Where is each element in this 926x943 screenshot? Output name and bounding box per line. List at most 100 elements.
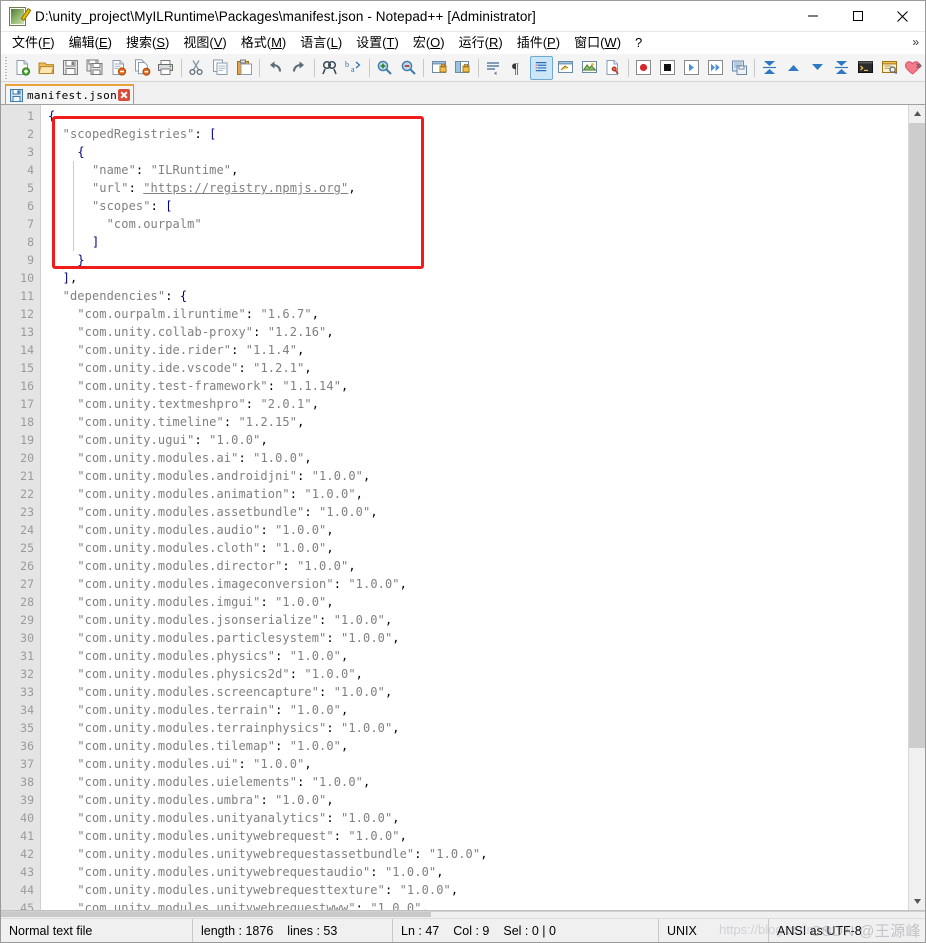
- code-line[interactable]: "com.unity.modules.unitywebrequesttextur…: [48, 881, 908, 899]
- code-line[interactable]: "com.unity.modules.tilemap": "1.0.0",: [48, 737, 908, 755]
- code-line[interactable]: "com.unity.modules.ui": "1.0.0",: [48, 755, 908, 773]
- code-line[interactable]: "com.unity.modules.androidjni": "1.0.0",: [48, 467, 908, 485]
- save-icon[interactable]: [59, 56, 83, 80]
- collapse-level-icon[interactable]: [782, 56, 806, 80]
- code-line[interactable]: "com.unity.test-framework": "1.1.14",: [48, 377, 908, 395]
- vertical-scrollbar[interactable]: [908, 105, 925, 910]
- code-line[interactable]: "com.unity.modules.jsonserialize": "1.0.…: [48, 611, 908, 629]
- code-line[interactable]: "com.unity.modules.ai": "1.0.0",: [48, 449, 908, 467]
- code-line[interactable]: "com.unity.collab-proxy": "1.2.16",: [48, 323, 908, 341]
- code-line[interactable]: "com.unity.modules.unityanalytics": "1.0…: [48, 809, 908, 827]
- menu-item-0[interactable]: 文件(F): [5, 33, 62, 53]
- code-line[interactable]: "com.unity.ide.rider": "1.1.4",: [48, 341, 908, 359]
- zoom-in-icon[interactable]: [373, 56, 397, 80]
- indent-guide-icon[interactable]: [529, 55, 554, 80]
- menu-item-5[interactable]: 语言(L): [293, 33, 349, 53]
- code-line[interactable]: "com.unity.ide.vscode": "1.2.1",: [48, 359, 908, 377]
- scroll-down-icon[interactable]: [909, 893, 925, 910]
- code-line[interactable]: {: [48, 107, 908, 125]
- save-all-icon[interactable]: [82, 56, 106, 80]
- code-line[interactable]: "com.unity.modules.assetbundle": "1.0.0"…: [48, 503, 908, 521]
- replace-icon[interactable]: ba: [342, 56, 366, 80]
- sync-horizontal-scroll-icon[interactable]: [451, 56, 475, 80]
- code-line[interactable]: "com.unity.modules.director": "1.0.0",: [48, 557, 908, 575]
- code-line[interactable]: "com.unity.modules.particlesystem": "1.0…: [48, 629, 908, 647]
- word-wrap-icon[interactable]: [482, 56, 506, 80]
- menu-item-9[interactable]: 插件(P): [510, 33, 567, 53]
- menu-item-3[interactable]: 视图(V): [176, 33, 233, 53]
- scroll-up-icon[interactable]: [909, 105, 925, 122]
- code-line[interactable]: "com.unity.modules.terrainphysics": "1.0…: [48, 719, 908, 737]
- close-file-icon[interactable]: [106, 56, 130, 80]
- code-line[interactable]: "scopes": [: [48, 197, 908, 215]
- menu-item-4[interactable]: 格式(M): [234, 33, 294, 53]
- close-all-icon[interactable]: [130, 56, 154, 80]
- expand-all-icon[interactable]: [829, 56, 853, 80]
- menu-overflow-icon[interactable]: »: [912, 35, 919, 49]
- code-line[interactable]: "url": "https://registry.npmjs.org",: [48, 179, 908, 197]
- user-defined-dialog-icon[interactable]: [553, 56, 577, 80]
- code-line[interactable]: "com.unity.modules.uielements": "1.0.0",: [48, 773, 908, 791]
- code-line[interactable]: "com.unity.modules.unitywebrequestassetb…: [48, 845, 908, 863]
- code-line[interactable]: "com.unity.modules.unitywebrequestwww": …: [48, 899, 908, 910]
- code-line[interactable]: "dependencies": {: [48, 287, 908, 305]
- horizontal-scrollbar[interactable]: [1, 911, 925, 918]
- collapse-all-icon[interactable]: [758, 56, 782, 80]
- menu-item-2[interactable]: 搜索(S): [119, 33, 176, 53]
- menu-item-8[interactable]: 运行(R): [452, 33, 510, 53]
- code-line[interactable]: "name": "ILRuntime",: [48, 161, 908, 179]
- menu-item-10[interactable]: 窗口(W): [567, 33, 628, 53]
- redo-icon[interactable]: [287, 56, 311, 80]
- show-all-chars-icon[interactable]: ¶: [506, 56, 530, 80]
- code-line[interactable]: "com.unity.modules.umbra": "1.0.0",: [48, 791, 908, 809]
- toolbar-overflow-icon[interactable]: »: [916, 60, 922, 72]
- copy-icon[interactable]: [209, 56, 233, 80]
- hscrollbar-thumb[interactable]: [1, 912, 431, 917]
- code-line[interactable]: "com.unity.modules.audio": "1.0.0",: [48, 521, 908, 539]
- cut-icon[interactable]: [185, 56, 209, 80]
- code-line[interactable]: ],: [48, 269, 908, 287]
- run-console-icon[interactable]: [853, 56, 877, 80]
- code-line[interactable]: "com.unity.ugui": "1.0.0",: [48, 431, 908, 449]
- toolbar-grip[interactable]: [3, 56, 9, 79]
- find-icon[interactable]: [318, 56, 342, 80]
- code-line[interactable]: ]: [48, 233, 908, 251]
- code-line[interactable]: }: [48, 251, 908, 269]
- code-line[interactable]: "com.unity.modules.imageconversion": "1.…: [48, 575, 908, 593]
- scrollbar-thumb[interactable]: [909, 123, 925, 748]
- code-line[interactable]: "com.unity.modules.terrain": "1.0.0",: [48, 701, 908, 719]
- menu-item-11[interactable]: ?: [628, 33, 649, 53]
- menu-item-1[interactable]: 编辑(E): [62, 33, 119, 53]
- sync-vertical-scroll-icon[interactable]: [427, 56, 451, 80]
- folder-workspace-icon[interactable]: [877, 56, 901, 80]
- code-line[interactable]: {: [48, 143, 908, 161]
- new-file-icon[interactable]: [11, 56, 35, 80]
- code-line[interactable]: "com.ourpalm.ilruntime": "1.6.7",: [48, 305, 908, 323]
- tab-manifest-json[interactable]: manifest.json: [5, 84, 134, 104]
- code-line[interactable]: "com.unity.modules.imgui": "1.0.0",: [48, 593, 908, 611]
- function-list-icon[interactable]: [601, 56, 625, 80]
- zoom-out-icon[interactable]: [396, 56, 420, 80]
- menu-item-7[interactable]: 宏(O): [406, 33, 452, 53]
- code-line[interactable]: "com.ourpalm": [48, 215, 908, 233]
- code-line[interactable]: "com.unity.timeline": "1.2.15",: [48, 413, 908, 431]
- code-line[interactable]: "scopedRegistries": [: [48, 125, 908, 143]
- document-map-icon[interactable]: [577, 56, 601, 80]
- code-line[interactable]: "com.unity.modules.physics": "1.0.0",: [48, 647, 908, 665]
- code-line[interactable]: "com.unity.modules.unitywebrequestaudio"…: [48, 863, 908, 881]
- maximize-button[interactable]: [835, 1, 880, 31]
- code-line[interactable]: "com.unity.textmeshpro": "2.0.1",: [48, 395, 908, 413]
- code-line[interactable]: "com.unity.modules.screencapture": "1.0.…: [48, 683, 908, 701]
- print-icon[interactable]: [154, 56, 178, 80]
- menu-item-6[interactable]: 设置(T): [349, 33, 406, 53]
- close-icon[interactable]: [118, 89, 130, 101]
- uncollapse-level-icon[interactable]: [806, 56, 830, 80]
- code-line[interactable]: "com.unity.modules.cloth": "1.0.0",: [48, 539, 908, 557]
- code-line[interactable]: "com.unity.modules.animation": "1.0.0",: [48, 485, 908, 503]
- save-macro-icon[interactable]: [727, 56, 751, 80]
- stop-macro-icon[interactable]: [656, 56, 680, 80]
- open-file-icon[interactable]: [35, 56, 59, 80]
- code-line[interactable]: "com.unity.modules.unitywebrequest": "1.…: [48, 827, 908, 845]
- undo-icon[interactable]: [263, 56, 287, 80]
- paste-icon[interactable]: [232, 56, 256, 80]
